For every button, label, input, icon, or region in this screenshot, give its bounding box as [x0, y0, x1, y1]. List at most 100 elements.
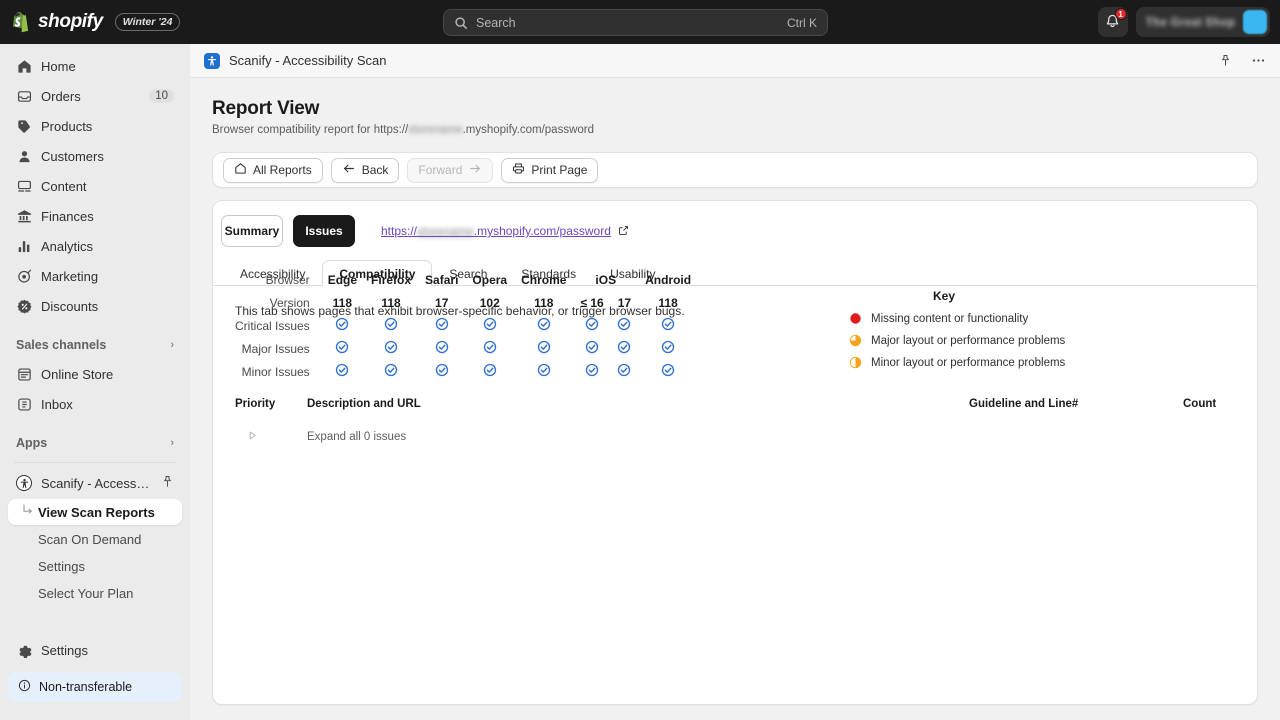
sidebar-divider: [14, 462, 176, 463]
sidebar-item-scanify-app[interactable]: Scanify - Accessibility ...: [8, 469, 182, 497]
app-header-title: Scanify - Accessibility Scan: [229, 53, 387, 68]
matrix-version: 17: [617, 295, 632, 310]
non-transferable-banner[interactable]: Non-transferable: [8, 672, 182, 702]
sidebar-item-analytics[interactable]: Analytics: [8, 232, 182, 260]
matrix-version: 118: [332, 295, 353, 310]
online-store-icon: [16, 366, 32, 382]
sidebar-item-customers[interactable]: Customers: [8, 142, 182, 170]
url-store-redacted: storename: [417, 224, 474, 238]
key-entry-missing: Missing content or functionality: [849, 312, 1139, 325]
app-name-label: Scanify - Accessibility ...: [41, 475, 152, 491]
sidebar-item-settings[interactable]: Settings: [8, 636, 182, 664]
info-icon: [18, 679, 31, 695]
page-body: Report View Browser compatibility report…: [190, 78, 1280, 705]
sidebar-item-select-your-plan[interactable]: Select Your Plan: [8, 580, 182, 606]
sidebar-item-inbox[interactable]: Inbox: [8, 390, 182, 418]
matrix-version: 118: [658, 295, 678, 310]
key-label: Minor layout or performance problems: [871, 356, 1066, 369]
page-subtitle: Browser compatibility report for https:/…: [212, 124, 1258, 136]
sidebar-item-content[interactable]: Content: [8, 172, 182, 200]
page-title: Report View: [212, 98, 320, 119]
content-icon: [16, 178, 32, 194]
orders-icon: [16, 88, 32, 104]
check-circle-icon: [537, 340, 551, 354]
sidebar-item-online-store[interactable]: Online Store: [8, 360, 182, 388]
sub-item-label: Select Your Plan: [38, 585, 134, 601]
matrix-cell: [514, 360, 573, 383]
matrix-major-row: Major Issues: [235, 337, 698, 360]
report-url-link[interactable]: https://storename .myshopify.com/password: [381, 224, 629, 238]
sidebar-item-label: Finances: [41, 208, 94, 224]
issues-button[interactable]: Issues: [293, 215, 355, 247]
matrix-browser-opera: Opera: [472, 272, 508, 287]
expand-all-label: Expand all 0 issues: [307, 431, 407, 443]
sidebar-item-scan-on-demand[interactable]: Scan On Demand: [8, 526, 182, 552]
expand-caret-icon[interactable]: [235, 431, 307, 443]
check-circle-icon: [585, 363, 599, 377]
sidebar-item-discounts[interactable]: Discounts: [8, 292, 182, 320]
shopify-brand[interactable]: shopify Winter '24: [0, 11, 181, 33]
accessibility-icon: [16, 475, 32, 491]
more-icon[interactable]: [1246, 49, 1270, 73]
apps-header[interactable]: Apps ›: [8, 430, 182, 456]
matrix-minor-row: Minor Issues: [235, 360, 698, 383]
matrix-cell: [364, 360, 418, 383]
check-circle-icon: [384, 340, 398, 354]
sidebar-item-marketing[interactable]: Marketing: [8, 262, 182, 290]
products-icon: [16, 118, 32, 134]
expand-all-row[interactable]: Expand all 0 issues: [235, 424, 1243, 450]
summary-button[interactable]: Summary: [221, 215, 283, 247]
pin-icon[interactable]: [1213, 49, 1237, 73]
sidebar-item-orders[interactable]: Orders 10: [8, 82, 182, 110]
pin-icon[interactable]: [161, 475, 174, 491]
check-circle-icon: [435, 363, 449, 377]
notifications-button[interactable]: 1: [1097, 7, 1128, 37]
key-entry-major: Major layout or performance problems: [849, 334, 1139, 347]
check-circle-icon: [617, 340, 631, 354]
gear-icon: [16, 642, 32, 658]
column-header-description: Description and URL: [307, 398, 421, 410]
season-badge: Winter '24: [114, 13, 181, 31]
key-title: Key: [932, 289, 955, 303]
sidebar-bottom: Settings Non-transferable: [0, 636, 190, 720]
button-label: Print Page: [531, 163, 588, 177]
forward-button: Forward: [407, 157, 494, 183]
sidebar-item-products[interactable]: Products: [8, 112, 182, 140]
back-button[interactable]: Back: [330, 157, 400, 183]
button-label: Forward: [418, 163, 463, 177]
check-circle-icon: [617, 363, 631, 377]
matrix-cell: [465, 360, 514, 383]
orders-count-badge: 10: [149, 89, 174, 103]
report-card: Summary Issues https://storename .myshopi…: [212, 200, 1258, 705]
sidebar-item-home[interactable]: Home: [8, 52, 182, 80]
matrix-row-label: Critical Issues: [235, 318, 310, 333]
customers-icon: [16, 148, 32, 164]
matrix-browser-ios: iOS: [595, 272, 617, 287]
sales-channels-title: Sales channels: [16, 338, 107, 352]
check-circle-icon: [661, 317, 675, 331]
account-menu[interactable]: The Great Shop: [1135, 7, 1270, 37]
sidebar-item-label: Orders: [41, 88, 81, 104]
top-right-actions: 1 The Great Shop: [1097, 7, 1270, 37]
all-reports-button[interactable]: All Reports: [223, 157, 323, 183]
search-input[interactable]: Search Ctrl K: [443, 9, 828, 36]
check-circle-icon: [483, 317, 497, 331]
sidebar-item-finances[interactable]: Finances: [8, 202, 182, 230]
sidebar-item-app-settings[interactable]: Settings: [8, 553, 182, 579]
check-circle-icon: [617, 317, 631, 331]
sidebar-item-view-scan-reports[interactable]: View Scan Reports: [8, 499, 182, 525]
print-page-button[interactable]: Print Page: [501, 157, 599, 183]
matrix-browser-chrome: Chrome: [521, 272, 567, 287]
check-circle-icon: [435, 317, 449, 331]
matrix-cell: [573, 360, 610, 383]
matrix-cell: [321, 337, 364, 360]
matrix-browser-firefox: Firefox: [371, 272, 412, 287]
full-circle-icon: [849, 312, 862, 325]
matrix-cell: [638, 314, 698, 337]
matrix-cell: [321, 360, 364, 383]
matrix-cell: [465, 314, 514, 337]
check-circle-icon: [661, 340, 675, 354]
sales-channels-header[interactable]: Sales channels ›: [8, 332, 182, 358]
chevron-right-icon: ›: [170, 339, 174, 351]
app-header: Scanify - Accessibility Scan: [190, 44, 1280, 78]
